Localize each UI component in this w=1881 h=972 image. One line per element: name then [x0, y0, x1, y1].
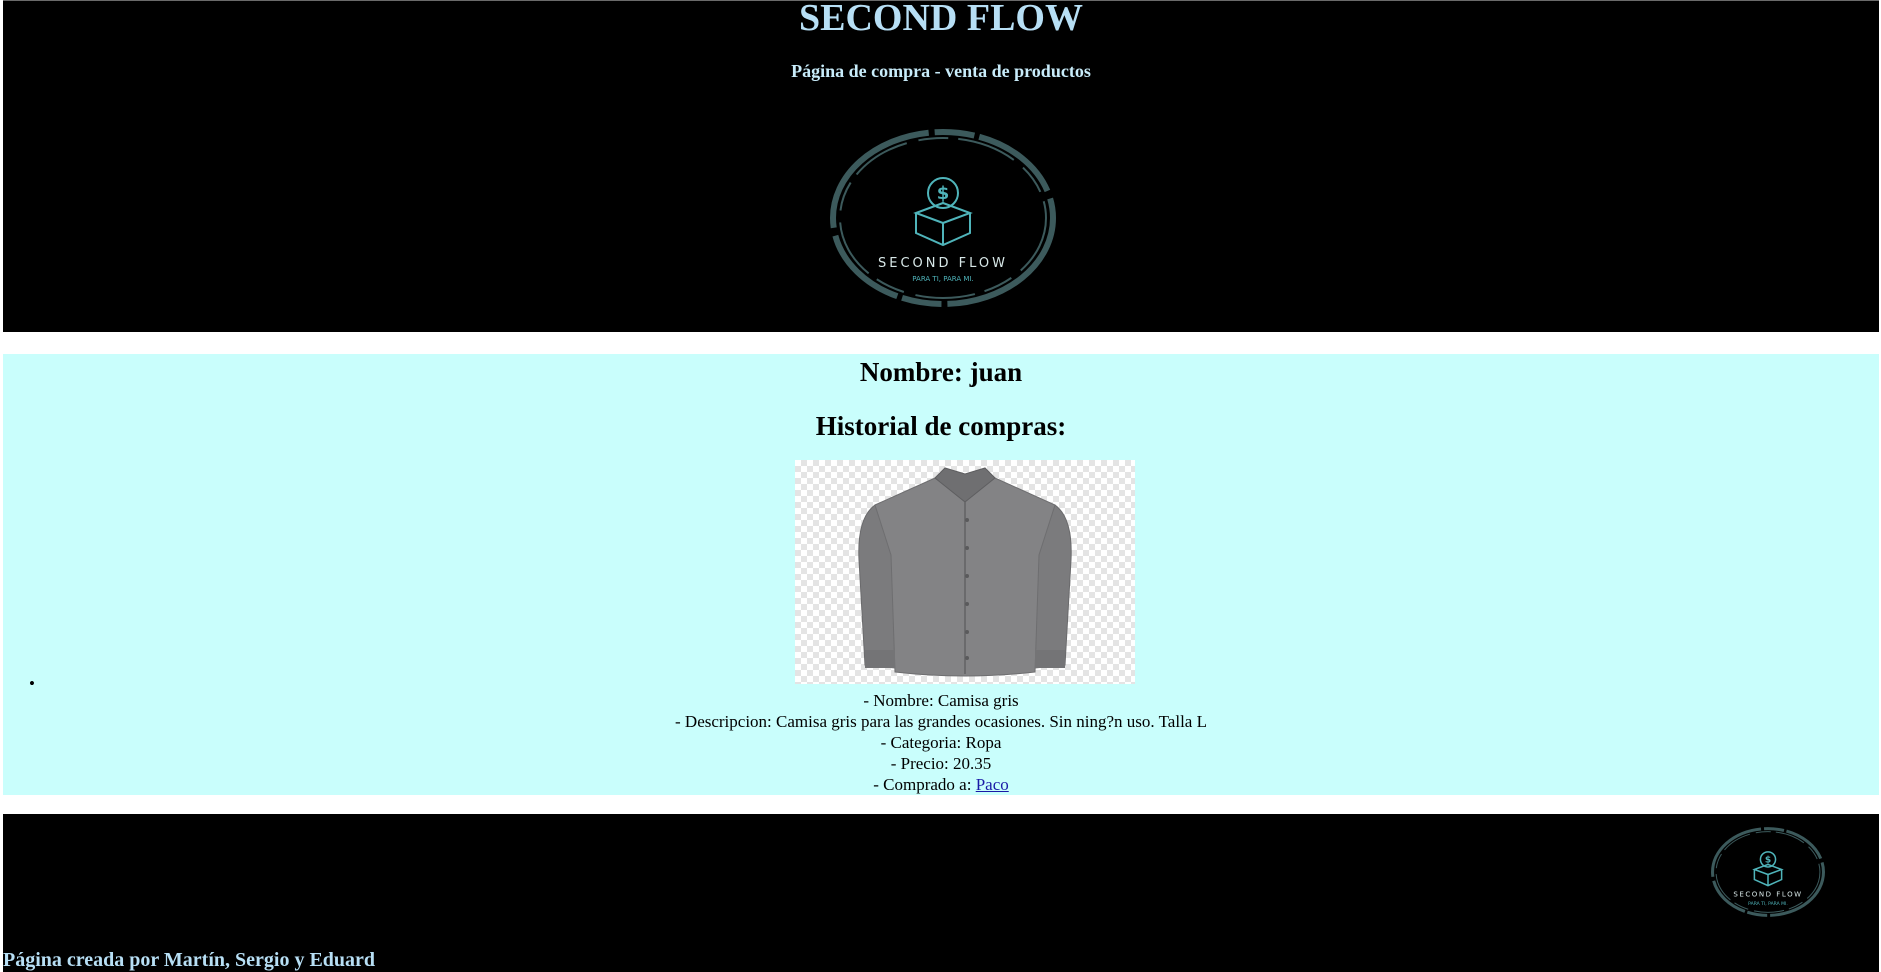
- svg-text:$: $: [937, 183, 950, 204]
- footer-logo-name: SECOND FLOW: [1733, 890, 1802, 899]
- footer-credits: Página creada por Martín, Sergio y Eduar…: [3, 949, 376, 971]
- logo-name: SECOND FLOW: [878, 256, 1008, 271]
- site-title: SECOND FLOW: [799, 0, 1083, 39]
- footer-logo: $ SECOND FLOW PARA TI, PARA MI.: [1709, 824, 1827, 925]
- site-subtitle: Página de compra - venta de productos: [791, 61, 1091, 81]
- site-header: SECOND FLOW Página de compra - venta de …: [3, 0, 1879, 332]
- grey-shirt-image: [795, 460, 1135, 684]
- logo-tagline: PARA TI, PARA MI.: [912, 275, 973, 283]
- site-footer: $ SECOND FLOW PARA TI, PARA MI. Página c…: [3, 814, 1879, 972]
- svg-text:$: $: [1765, 855, 1771, 865]
- bought-from: - Comprado a: Paco: [3, 774, 1879, 795]
- profile-section: Nombre: juan Historial de compras: • - N…: [3, 354, 1879, 795]
- user-name-heading: Nombre: juan: [859, 357, 1023, 387]
- product-price: - Precio: 20.35: [890, 754, 992, 773]
- footer-logo-tagline: PARA TI, PARA MI.: [1748, 901, 1788, 907]
- product-category: - Categoria: Ropa: [880, 733, 1002, 752]
- purchase-history-heading: Historial de compras:: [815, 411, 1067, 441]
- seller-link[interactable]: Paco: [976, 775, 1009, 794]
- product-name: - Nombre: Camisa gris: [863, 691, 1019, 710]
- header-logo: $ SECOND FLOW PARA TI, PARA MI.: [826, 125, 1060, 316]
- product-description: - Descripcion: Camisa gris para las gran…: [675, 712, 1207, 731]
- bought-from-label: - Comprado a:: [873, 775, 976, 794]
